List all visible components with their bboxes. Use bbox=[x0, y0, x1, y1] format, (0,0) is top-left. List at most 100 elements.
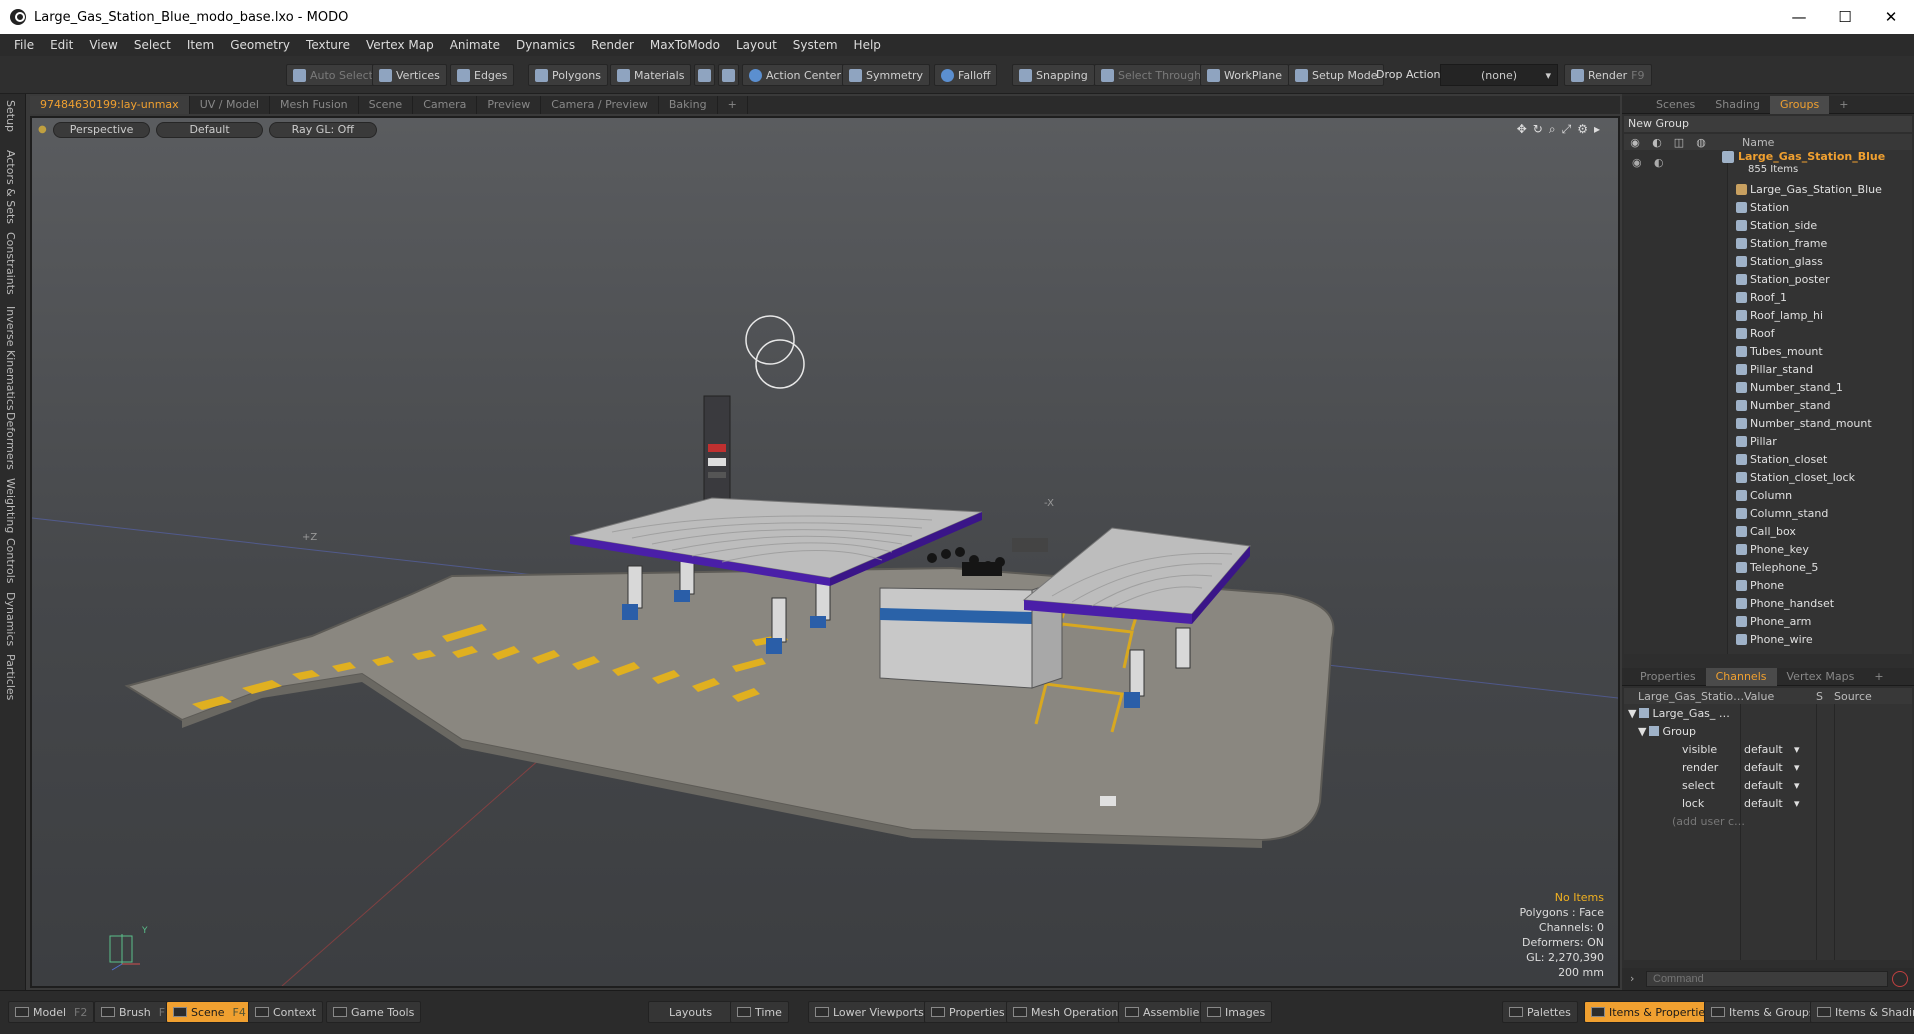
list-item[interactable]: Column_stand bbox=[1624, 504, 1910, 522]
polygons-button[interactable]: Polygons bbox=[528, 64, 608, 86]
maximize-button[interactable]: ☐ bbox=[1822, 0, 1868, 34]
menu-help[interactable]: Help bbox=[846, 38, 889, 52]
select-through-button[interactable]: Select Through bbox=[1094, 64, 1209, 86]
render-toggle-icon[interactable]: ◐ bbox=[1654, 156, 1664, 169]
group-root-row[interactable]: ◉ ◐ Large_Gas_Station_Blue 855 Items bbox=[1624, 150, 1910, 178]
menu-system[interactable]: System bbox=[785, 38, 846, 52]
mode-game-tools-button[interactable]: Game Tools bbox=[326, 1001, 422, 1023]
list-item[interactable]: Station_glass bbox=[1624, 252, 1910, 270]
tab-channels[interactable]: Channels bbox=[1705, 667, 1777, 686]
menu-file[interactable]: File bbox=[6, 38, 42, 52]
side-tab-controls[interactable]: Controls bbox=[4, 538, 17, 584]
items-groups-button[interactable]: Items & Groups bbox=[1704, 1001, 1822, 1023]
tab-camera-preview[interactable]: Camera / Preview bbox=[541, 96, 659, 114]
mesh-operations-button[interactable]: Mesh Operations bbox=[1006, 1001, 1131, 1023]
channel-row-select[interactable]: select default ▾ bbox=[1624, 776, 1912, 794]
chevron-down-icon[interactable]: ▾ bbox=[1794, 761, 1800, 774]
side-tab-constraints[interactable]: Constraints bbox=[4, 232, 17, 295]
falloff-button[interactable]: Falloff bbox=[934, 64, 998, 86]
tab-vertex-maps[interactable]: Vertex Maps bbox=[1777, 668, 1865, 686]
tab-uv-model[interactable]: UV / Model bbox=[190, 96, 270, 114]
tab-preview[interactable]: Preview bbox=[477, 96, 542, 114]
list-item[interactable]: Roof_lamp_hi bbox=[1624, 306, 1910, 324]
time-button[interactable]: Time bbox=[730, 1001, 789, 1023]
items-properties-button[interactable]: Items & Properties bbox=[1584, 1001, 1718, 1023]
record-icon[interactable] bbox=[1892, 971, 1908, 987]
list-item[interactable]: Number_stand_1 bbox=[1624, 378, 1910, 396]
list-item[interactable]: Phone_key bbox=[1624, 540, 1910, 558]
close-button[interactable]: ✕ bbox=[1868, 0, 1914, 34]
workplane-button[interactable]: WorkPlane bbox=[1200, 64, 1290, 86]
viewport-options-icon[interactable]: ● bbox=[38, 122, 47, 138]
side-tab-actors-sets[interactable]: Actors & Sets bbox=[4, 150, 17, 224]
fit-icon[interactable]: ⤢ bbox=[1562, 122, 1572, 137]
properties-button[interactable]: Properties bbox=[924, 1001, 1012, 1023]
channel-row-visible[interactable]: visible default ▾ bbox=[1624, 740, 1912, 758]
chevron-down-icon[interactable]: ▾ bbox=[1794, 779, 1800, 792]
side-tab-weighting[interactable]: Weighting bbox=[4, 478, 17, 533]
list-item[interactable]: Phone_wire bbox=[1624, 630, 1910, 648]
list-item[interactable]: Call_box bbox=[1624, 522, 1910, 540]
list-item[interactable]: Column bbox=[1624, 486, 1910, 504]
viewport-settings-icon[interactable]: ⚙ bbox=[1577, 122, 1588, 137]
tab-scene[interactable]: Scene bbox=[359, 96, 414, 114]
tab-camera[interactable]: Camera bbox=[413, 96, 478, 114]
list-item[interactable]: Station_closet bbox=[1624, 450, 1910, 468]
lower-viewports-button[interactable]: Lower Viewports bbox=[808, 1001, 931, 1023]
tab-shading[interactable]: Shading bbox=[1705, 96, 1770, 114]
list-item[interactable]: Station bbox=[1624, 198, 1910, 216]
light-gizmo[interactable] bbox=[745, 315, 805, 389]
add-tab-icon[interactable]: + bbox=[718, 96, 748, 114]
layouts-button[interactable]: Layouts bbox=[648, 1001, 734, 1023]
images-button[interactable]: Images bbox=[1200, 1001, 1273, 1023]
mode-context-button[interactable]: Context bbox=[248, 1001, 324, 1023]
list-item[interactable]: Station_side bbox=[1624, 216, 1910, 234]
channel-row-lock[interactable]: lock default ▾ bbox=[1624, 794, 1912, 812]
items-shading-button[interactable]: Items & Shading bbox=[1810, 1001, 1914, 1023]
side-tab-setup[interactable]: Setup bbox=[4, 100, 17, 132]
new-group-button[interactable]: New Group bbox=[1624, 116, 1912, 132]
menu-layout[interactable]: Layout bbox=[728, 38, 785, 52]
list-item[interactable]: Roof_1 bbox=[1624, 288, 1910, 306]
list-item[interactable]: Phone_handset bbox=[1624, 594, 1910, 612]
expand-icon[interactable]: ▼ bbox=[1638, 725, 1646, 738]
menu-dynamics[interactable]: Dynamics bbox=[508, 38, 583, 52]
chevron-down-icon[interactable]: ▾ bbox=[1794, 743, 1800, 756]
channel-group-row[interactable]: ▼ Group bbox=[1624, 722, 1912, 740]
list-item[interactable]: Roof bbox=[1624, 324, 1910, 342]
shading-style-button[interactable]: Default bbox=[156, 122, 263, 138]
pan-icon[interactable]: ✥ bbox=[1517, 122, 1527, 137]
side-tab-particles[interactable]: Particles bbox=[4, 654, 17, 700]
render-button[interactable]: Render F9 bbox=[1564, 64, 1652, 86]
menu-edit[interactable]: Edit bbox=[42, 38, 81, 52]
channel-item-row[interactable]: ▼ Large_Gas_ … bbox=[1624, 704, 1912, 722]
side-tab-dynamics[interactable]: Dynamics bbox=[4, 592, 17, 646]
side-tab-inverse-kinematics[interactable]: Inverse Kinematics bbox=[4, 306, 17, 411]
list-item[interactable]: Large_Gas_Station_Blue bbox=[1624, 180, 1910, 198]
materials-button[interactable]: Materials bbox=[610, 64, 692, 86]
list-item[interactable]: Phone bbox=[1624, 576, 1910, 594]
snapping-button[interactable]: Snapping bbox=[1012, 64, 1095, 86]
tab-baking[interactable]: Baking bbox=[659, 96, 718, 114]
menu-item[interactable]: Item bbox=[179, 38, 222, 52]
drop-action-select[interactable]: (none) ▾ bbox=[1440, 64, 1558, 86]
tab-mesh-fusion[interactable]: Mesh Fusion bbox=[270, 96, 359, 114]
list-item[interactable]: Pillar_stand bbox=[1624, 360, 1910, 378]
list-item[interactable]: Station_poster bbox=[1624, 270, 1910, 288]
list-item[interactable]: Station_closet_lock bbox=[1624, 468, 1910, 486]
list-item[interactable]: Telephone_5 bbox=[1624, 558, 1910, 576]
menu-texture[interactable]: Texture bbox=[298, 38, 358, 52]
menu-render[interactable]: Render bbox=[583, 38, 642, 52]
list-item[interactable]: Number_stand bbox=[1624, 396, 1910, 414]
mode-model-button[interactable]: Model F2 bbox=[8, 1001, 95, 1023]
edges-button[interactable]: Edges bbox=[450, 64, 515, 86]
vertices-button[interactable]: Vertices bbox=[372, 64, 447, 86]
menu-animate[interactable]: Animate bbox=[442, 38, 508, 52]
side-tab-deformers[interactable]: Deformers bbox=[4, 412, 17, 470]
tab-properties[interactable]: Properties bbox=[1630, 668, 1706, 686]
assemblies-button[interactable]: Assemblies bbox=[1118, 1001, 1213, 1023]
command-input[interactable] bbox=[1646, 971, 1888, 987]
eye-icon[interactable]: ◉ bbox=[1632, 156, 1642, 169]
zoom-icon[interactable]: ⌕ bbox=[1549, 122, 1556, 137]
list-item[interactable]: Number_stand_mount bbox=[1624, 414, 1910, 432]
